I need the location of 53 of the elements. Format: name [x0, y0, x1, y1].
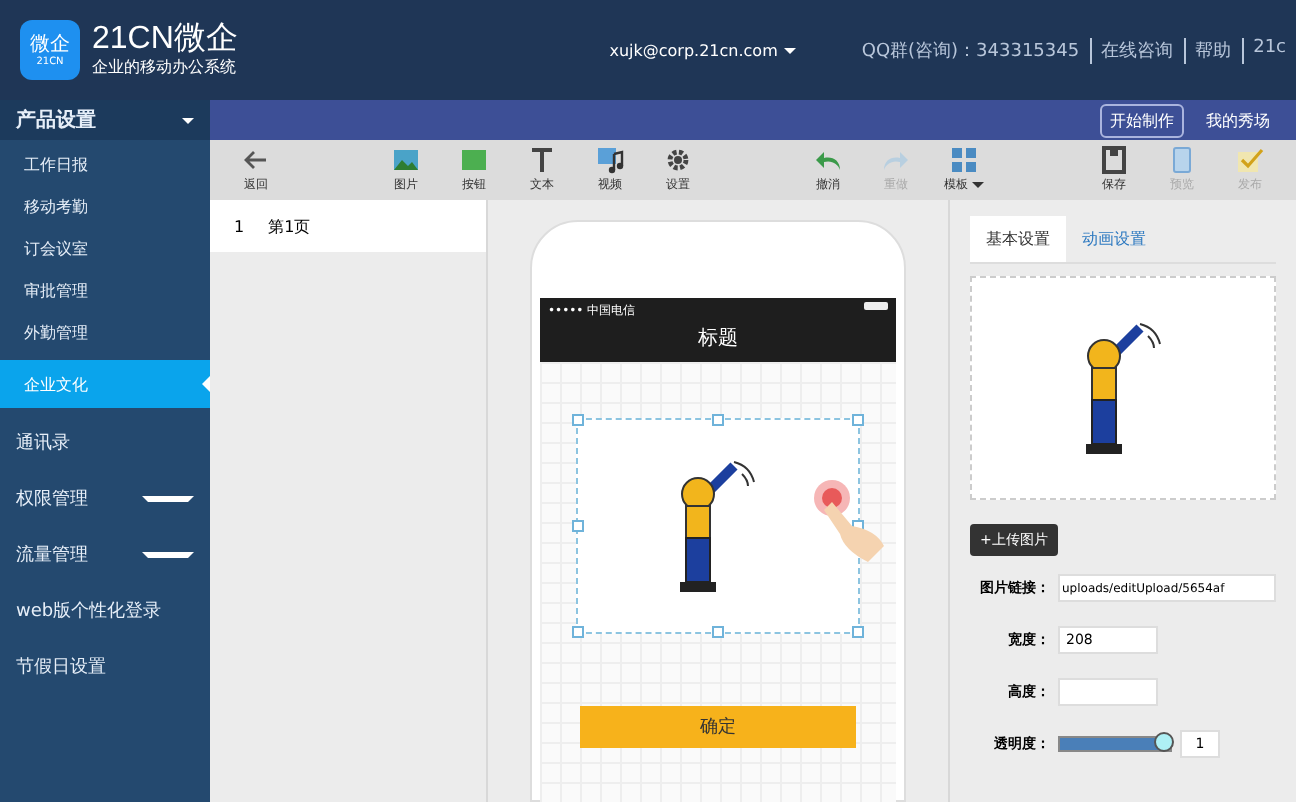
resize-handle[interactable] — [852, 626, 864, 638]
sidebar-item[interactable]: 移动考勤 — [0, 186, 210, 228]
sidebar-item[interactable]: web版个性化登录 — [0, 582, 210, 638]
settings-tab[interactable]: 基本设置 — [970, 216, 1066, 262]
header-link[interactable]: 帮助 — [1183, 37, 1242, 63]
header-link[interactable]: QQ群(咨询)：343315345 — [851, 37, 1090, 63]
number-field[interactable] — [1058, 678, 1158, 706]
sidebar-item[interactable]: 节假日设置 — [0, 638, 210, 694]
confirm-button[interactable]: 确定 — [580, 706, 856, 748]
resize-handle[interactable] — [572, 626, 584, 638]
save-icon — [1100, 146, 1128, 174]
resize-handle[interactable] — [852, 414, 864, 426]
resize-handle[interactable] — [712, 626, 724, 638]
sidebar-item[interactable]: 权限管理 — [0, 470, 210, 526]
resize-handle[interactable] — [572, 520, 584, 532]
caret-icon — [182, 117, 194, 123]
brand-tagline: 企业的移动办公系统 — [92, 58, 238, 78]
redo-icon — [882, 146, 910, 174]
brand-name: 21CN微企 — [92, 22, 238, 58]
sidebar-section[interactable]: 产品设置 — [0, 100, 210, 140]
mode-button[interactable]: 我的秀场 — [1196, 103, 1280, 137]
picture-icon — [392, 146, 420, 174]
square-icon — [460, 146, 488, 174]
settings-tab[interactable]: 动画设置 — [1066, 216, 1162, 262]
caret-icon — [142, 551, 194, 557]
phone-icon — [1168, 146, 1196, 174]
mode-button[interactable]: 开始制作 — [1100, 103, 1184, 137]
page-item[interactable]: 1 第1页 — [210, 200, 486, 252]
sidebar-item[interactable]: 审批管理 — [0, 270, 210, 312]
sidebar-item[interactable]: 工作日报 — [0, 144, 210, 186]
music-note-icon — [596, 146, 624, 174]
caret-icon — [783, 47, 796, 53]
header-link[interactable]: 21c — [1241, 37, 1296, 63]
grid-icon — [950, 146, 978, 174]
header-link[interactable]: 在线咨询 — [1089, 37, 1184, 63]
sidebar-item[interactable]: 订会议室 — [0, 228, 210, 270]
text-icon — [528, 146, 556, 174]
sidebar-item[interactable]: 流量管理 — [0, 526, 210, 582]
settings-icon — [664, 146, 692, 174]
page-title: 标题 — [696, 325, 740, 352]
slider-thumb[interactable] — [1154, 732, 1175, 752]
back-arrow-icon — [242, 146, 270, 174]
sidebar-item[interactable]: 通讯录 — [0, 414, 210, 470]
user-menu[interactable]: xujk@corp.21cn.com — [609, 41, 796, 59]
resize-handle[interactable] — [712, 414, 724, 426]
resize-handle[interactable] — [572, 414, 584, 426]
caret-icon — [142, 495, 194, 501]
selection-frame[interactable] — [576, 418, 860, 634]
caret-icon — [972, 182, 984, 188]
sidebar-item[interactable]: 外勤管理 — [0, 312, 210, 354]
checkbox-icon — [1236, 146, 1264, 174]
battery-icon — [864, 302, 888, 310]
opacity-slider[interactable] — [1058, 736, 1172, 752]
